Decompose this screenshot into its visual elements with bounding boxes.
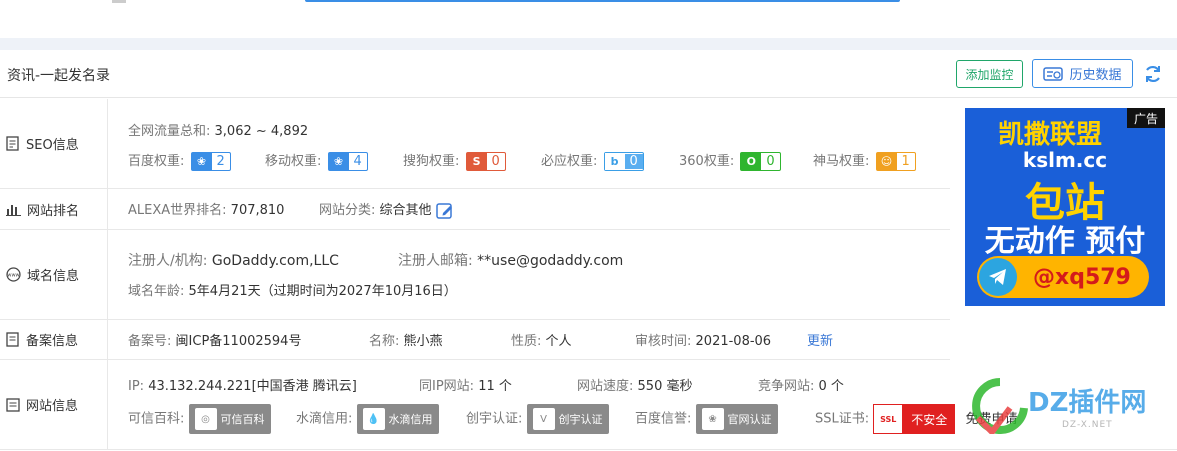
compete-sites: 竞争网站: 0 个 — [758, 379, 844, 394]
update-link[interactable]: 更新 — [807, 330, 833, 349]
rank-row: 网站排名 ALEXA世界排名: 707,810 网站分类: 综合其他 — [0, 189, 950, 230]
history-icon — [1043, 66, 1064, 81]
site-category: 网站分类: 综合其他 — [319, 199, 454, 220]
bing-weight-badge[interactable]: b0 — [603, 152, 644, 171]
registrant-email: 注册人邮箱: **use@godaddy.com — [398, 253, 624, 269]
panel-header: 资讯-一起发名录 添加监控 历史数据 — [0, 50, 1177, 98]
ad-contact: @xq579 — [1033, 264, 1131, 290]
icp-number: 备案号: 闽ICP备11002594号 — [128, 334, 302, 349]
icp-row: 备案信息 备案号: 闽ICP备11002594号 名称: 熊小燕 性质: 个人 … — [0, 320, 950, 360]
weight-sogou: 搜狗权重: S0 — [403, 150, 506, 171]
watermark: DZ插件网 DZ-X.NET — [970, 378, 1170, 438]
svg-text:www: www — [7, 273, 19, 279]
baidu-weight-badge[interactable]: ❀ 2 — [190, 152, 231, 171]
bar-chart-icon — [6, 204, 21, 216]
icp-nature: 性质: 个人 — [511, 334, 572, 349]
sogou-weight-badge[interactable]: S0 — [465, 152, 506, 171]
rank-label: 网站排名 — [0, 189, 108, 229]
ssl-lock-icon: SSL — [873, 404, 904, 434]
360-weight-badge[interactable]: O0 — [740, 152, 781, 171]
paw-icon: ❀ — [701, 408, 724, 430]
record-icon — [6, 332, 19, 347]
registrant: 注册人/机构: GoDaddy.com,LLC — [128, 253, 339, 269]
sogou-icon: S — [466, 153, 487, 170]
ad-line1: 凯撒联盟 — [997, 120, 1102, 150]
watermark-url: DZ-X.NET — [1062, 420, 1113, 430]
ad-line2: kslm.cc — [1022, 148, 1108, 172]
trust-badge[interactable]: ◎ 可信百科 — [188, 404, 271, 434]
traffic-total: 全网流量总和: 3,062 ~ 4,892 — [128, 124, 309, 139]
ad-line4: 无动作 预付 — [984, 224, 1146, 259]
edit-icon[interactable] — [435, 202, 454, 220]
search-bar-edge[interactable] — [305, 0, 900, 2]
baidu-badge[interactable]: ❀ 官网认证 — [695, 404, 778, 434]
icp-audit-time: 审核时间: 2021-08-06 — [635, 334, 772, 349]
paw-icon: ❀ — [191, 153, 212, 170]
site-speed: 网站速度: 550 毫秒 — [577, 379, 693, 394]
paw-icon: ❀ — [328, 153, 349, 170]
ssl-insecure-badge[interactable]: SSL 不安全 — [873, 404, 956, 434]
history-button-label: 历史数据 — [1069, 68, 1122, 83]
bing-icon: b — [604, 153, 625, 170]
weight-mobile: 移动权重: ❀ 4 — [265, 150, 368, 171]
www-icon: www — [6, 267, 21, 282]
add-monitor-button[interactable]: 添加监控 — [956, 60, 1023, 88]
refresh-icon[interactable] — [1143, 64, 1163, 84]
history-data-button[interactable]: 历史数据 — [1032, 59, 1133, 88]
shenma-icon: ☺ — [876, 153, 897, 170]
watermark-brand: DZ插件网 — [1028, 388, 1147, 418]
weight-bing: 必应权重: b0 — [541, 150, 644, 171]
list-icon — [6, 397, 20, 412]
icp-name: 名称: 熊小燕 — [369, 334, 443, 349]
alexa-rank: ALEXA世界排名: 707,810 — [128, 203, 285, 218]
ad-banner[interactable]: 广告 凯撒联盟 kslm.cc 包站 无动作 预付 @xq579 — [965, 108, 1165, 306]
top-band — [0, 0, 1177, 38]
chuangyu-badge[interactable]: V 创宇认证 — [526, 404, 609, 434]
seo-row: SEO信息 全网流量总和: 3,062 ~ 4,892 百度权重: ❀ 2 移动权… — [0, 99, 950, 189]
section-gap — [0, 38, 1177, 50]
icp-label: 备案信息 — [0, 320, 108, 359]
document-icon — [6, 136, 19, 151]
weight-360: 360权重: O0 — [679, 150, 781, 171]
mobile-weight-badge[interactable]: ❀ 4 — [327, 152, 368, 171]
shield-icon: ◎ — [194, 408, 217, 430]
domain-row: www 域名信息 注册人/机构: GoDaddy.com,LLC 注册人邮箱: … — [0, 230, 950, 320]
seo-label: SEO信息 — [0, 99, 108, 188]
ad-contact-pill: @xq579 — [977, 256, 1149, 298]
shenma-weight-badge[interactable]: ☺ 1 — [875, 152, 916, 171]
trust-encyclopedia: 可信百科: ◎ 可信百科 — [128, 404, 271, 434]
weight-shenma: 神马权重: ☺ 1 — [813, 150, 916, 171]
shuidi-credit: 水滴信用: 💧 水滴信用 — [296, 404, 439, 434]
watermark-logo-icon — [972, 378, 1028, 434]
360-icon: O — [741, 153, 762, 170]
v-check-icon: V — [532, 408, 555, 430]
shuidi-badge[interactable]: 💧 水滴信用 — [356, 404, 439, 434]
ip-address: IP: 43.132.244.221[中国香港 腾讯云] — [128, 379, 357, 394]
domain-label: www 域名信息 — [0, 230, 108, 319]
domain-age: 域名年龄: 5年4月21天（过期时间为2027年10月16日） — [128, 284, 457, 299]
telegram-icon — [979, 258, 1017, 296]
chuangyu-cert: 创宇认证: V 创宇认证 — [466, 404, 609, 434]
water-drop-icon: 💧 — [362, 408, 385, 430]
site-label: 网站信息 — [0, 360, 108, 449]
top-dash — [112, 0, 126, 3]
same-ip-sites: 同IP网站: 11 个 — [419, 379, 512, 394]
page-title: 资讯-一起发名录 — [7, 68, 111, 84]
weight-baidu: 百度权重: ❀ 2 — [128, 150, 231, 171]
baidu-reputation: 百度信誉: ❀ 官网认证 — [635, 404, 778, 434]
